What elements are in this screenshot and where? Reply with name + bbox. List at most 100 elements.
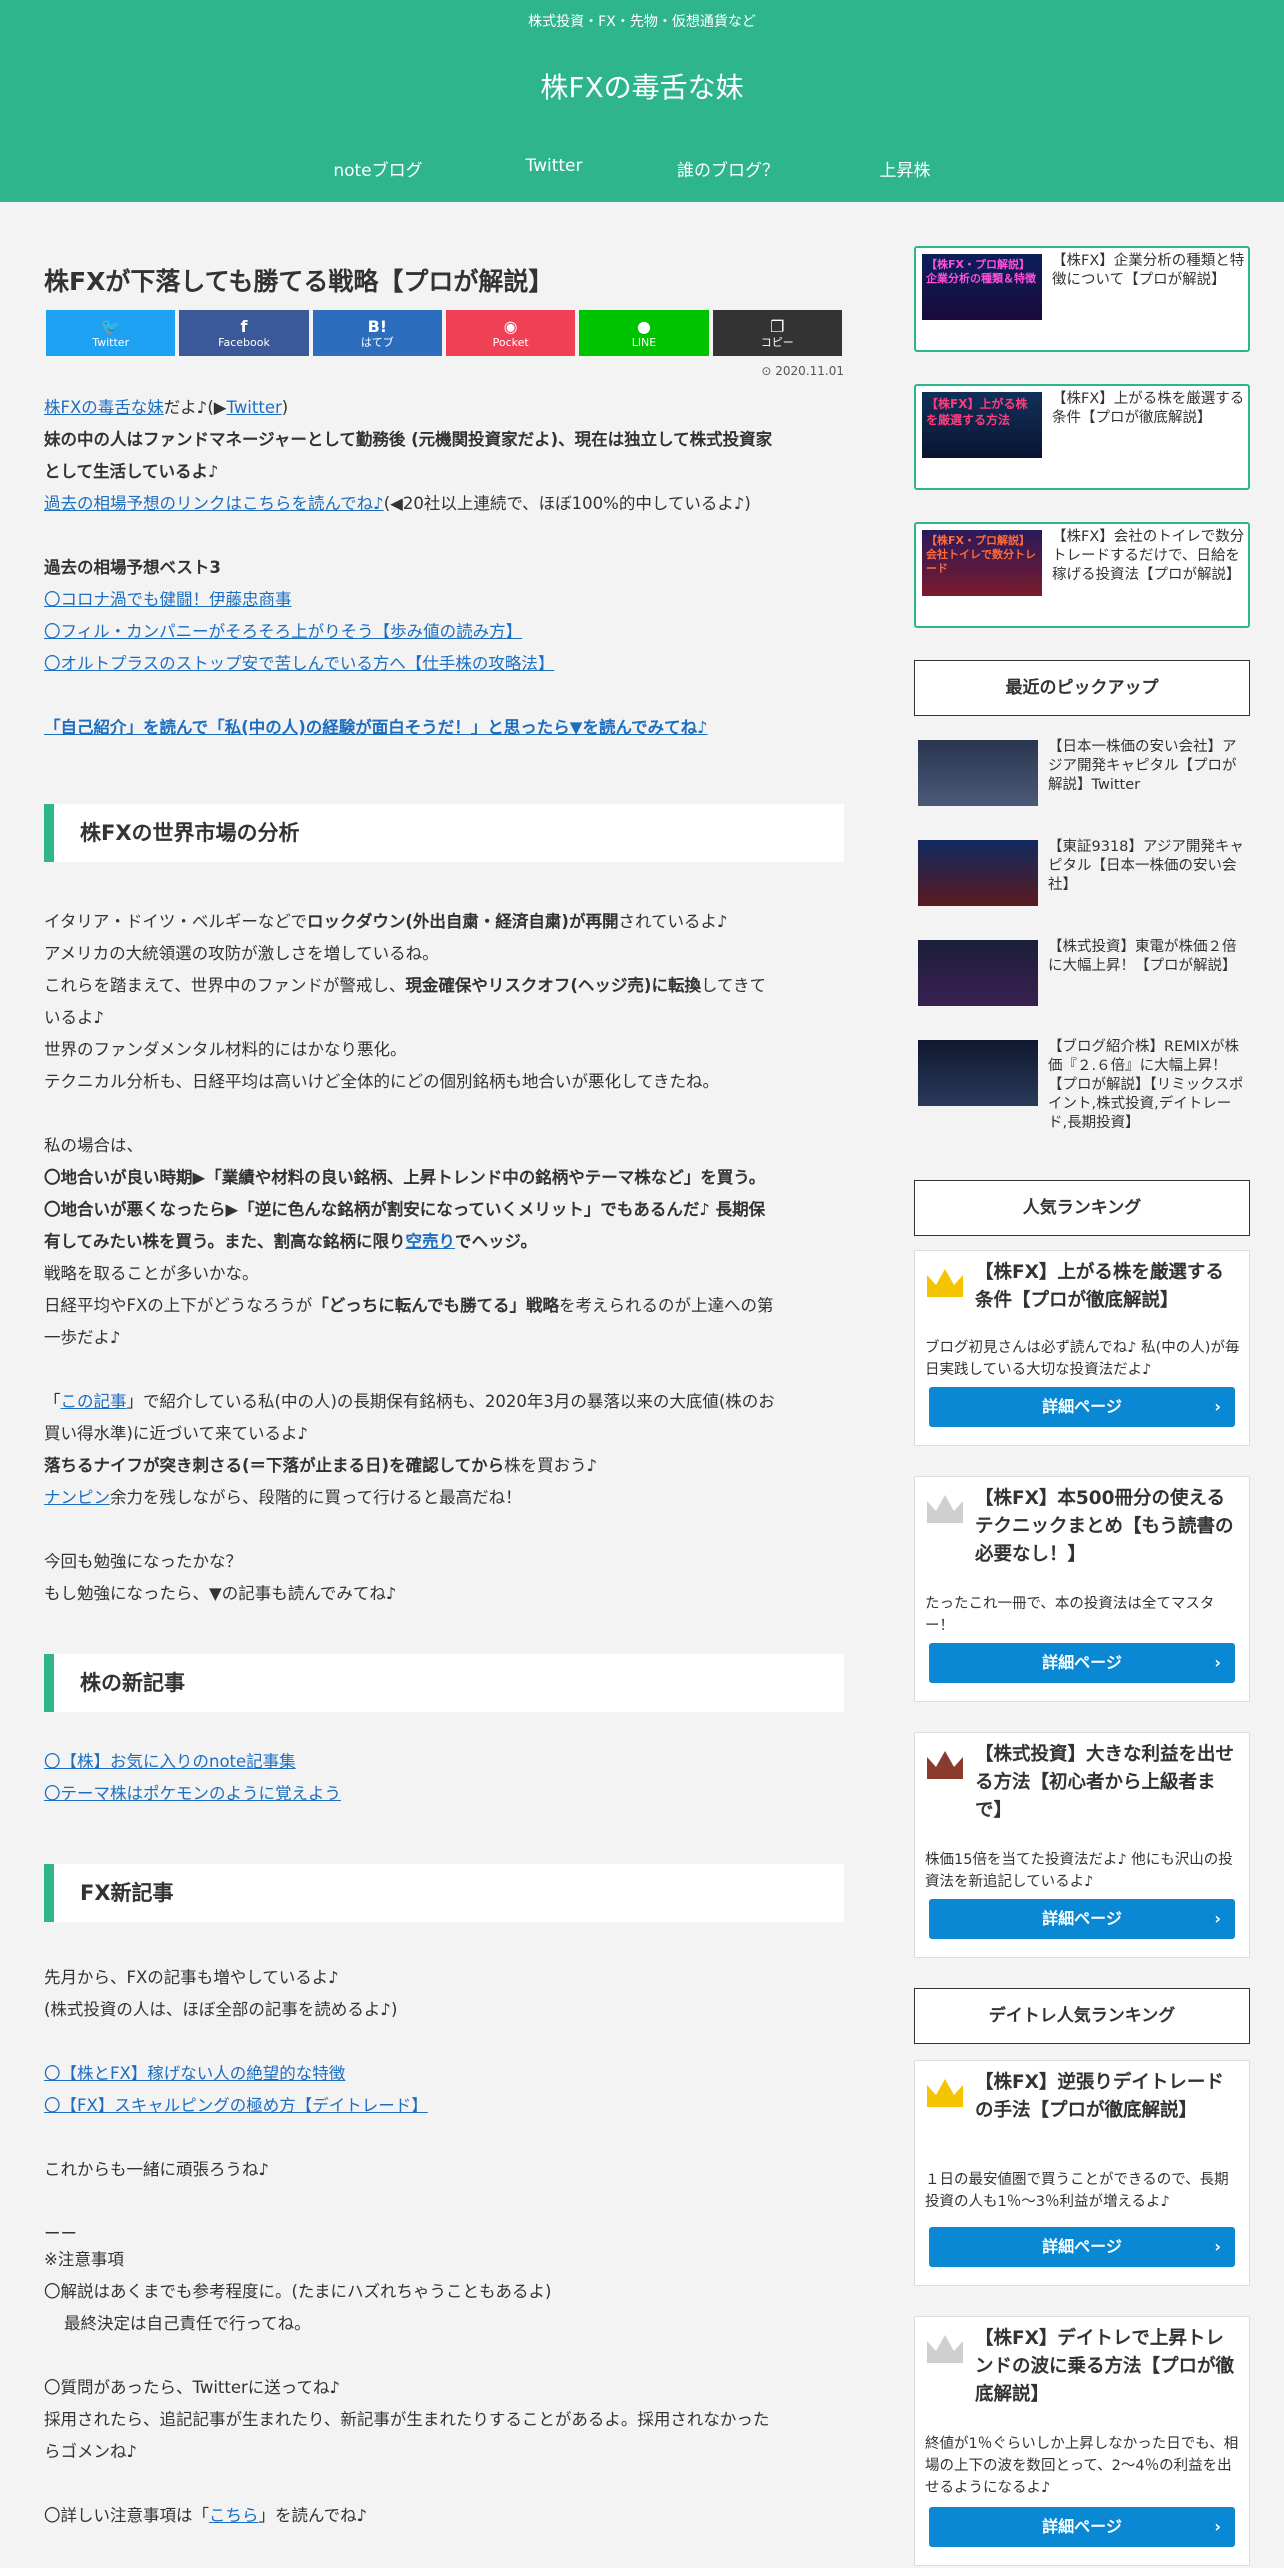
nav-item-note[interactable]: noteブログ — [333, 156, 422, 181]
ranking-desc: 終値が1％ぐらいしか上昇しなかった日でも、相場の上下の波を数回とって、2～4％の… — [925, 2436, 1239, 2496]
pickup-item[interactable]: 【日本一株価の安い会社】アジア開発キャピタル【プロが解説】Twitter — [914, 736, 1250, 820]
best3-link[interactable]: 〇オルトプラスのストップ安で苦しんでいる方へ【仕手株の攻略法】 — [44, 648, 554, 680]
new-fx-article-link[interactable]: 〇【FX】スキャルピングの極め方【デイトレード】 — [44, 2090, 428, 2122]
daytrade-ranking-item: 【株FX】逆張りデイトレードの手法【プロが徹底解説】 １日の最安値圏で買うことが… — [914, 2060, 1250, 2286]
hatena-icon: B! — [367, 316, 388, 336]
site-title[interactable]: 株FXの毒舌な妹 — [0, 66, 1284, 106]
note-line: 〇質問があったら、Twitterに送ってね♪ — [44, 2378, 341, 2397]
body-line: これらを踏まえて、世界中のファンドが警戒し、現金確保やリスクオフ(ヘッジ売)に転… — [44, 976, 766, 995]
global-nav: noteブログ Twitter 誰のブログ？ 上昇株 — [0, 156, 1284, 186]
body-line: テクニカル分析も、日経平均は高いけど全体的にどの個別銘柄も地合いが悪化してきたね… — [44, 1072, 720, 1091]
twitter-icon: 🐦 — [100, 316, 121, 336]
post-title: 株FXが下落しても勝てる戦略【プロが解説】 — [44, 267, 554, 296]
new-stock-article-link[interactable]: 〇テーマ株はポケモンのように覚えよう — [44, 1778, 341, 1810]
note-line: 〇解説はあくまでも参考程度に。(たまにハズれちゃうこともあるよ) — [44, 2282, 552, 2301]
share-hatena-button[interactable]: B! はてブ — [312, 310, 442, 356]
note-line: らゴメンね♪ — [44, 2442, 138, 2461]
new-stock-article-link[interactable]: 〇【株】お気に入りのnote記事集 — [44, 1746, 296, 1778]
body-line: ナンピン余力を残しながら、段階的に買って行けると最高だね！ — [44, 1488, 522, 1507]
pickup-thumbnail — [918, 940, 1038, 1006]
pickup-thumbnail — [918, 1040, 1038, 1106]
new-fx-article-link[interactable]: 〇【株とFX】稼げない人の絶望的な特徴 — [44, 2058, 345, 2090]
body-line: 〇地合いが悪くなったら▶「逆に色んな銘柄が割安になっていくメリット」でもあるんだ… — [44, 1200, 766, 1219]
ranking-title[interactable]: 【株FX】上がる株を厳選する条件【プロが徹底解説】 — [975, 1259, 1241, 1315]
site-header: 株式投資・FX・先物・仮想通貨など 株FXの毒舌な妹 noteブログ Twitt… — [0, 0, 1284, 202]
card-title: 【株FX】企業分析の種類と特徴について【プロが解説】 — [1052, 253, 1245, 288]
share-pocket-button[interactable]: ◉ Pocket — [445, 310, 576, 356]
card-thumbnail: 【株FX・プロ解説】会社トイレで数分トレード — [922, 530, 1042, 596]
twitter-link[interactable]: Twitter — [226, 398, 281, 417]
pickup-thumbnail — [918, 840, 1038, 906]
pickup-item[interactable]: 【ブログ紹介株】REMIXが株価『２.６倍』に大幅上昇！【プロが解説】【リミック… — [914, 1036, 1250, 1131]
section-heading: 株FXの世界市場の分析 — [44, 804, 844, 862]
chevron-right-icon: › — [1214, 1653, 1221, 1672]
section-heading: 株の新記事 — [44, 1654, 844, 1712]
share-twitter-button[interactable]: 🐦 Twitter — [46, 310, 176, 356]
facebook-icon: f — [240, 316, 248, 336]
detail-button[interactable]: 詳細ページ › — [929, 1643, 1235, 1683]
body-line: 買い得水準)に近づいて来ているよ♪ — [44, 1424, 308, 1443]
pickup-heading: 最近のピックアップ — [914, 660, 1250, 716]
nav-item-whose-blog[interactable]: 誰のブログ？ — [677, 156, 779, 181]
body-line: これからも一緒に頑張ろうね♪ — [44, 2160, 270, 2179]
body-line: 「この記事」で紹介している私(中の人)の長期保有銘柄も、2020年3月の暴落以来… — [44, 1392, 775, 1411]
short-selling-link[interactable]: 空売り — [406, 1232, 456, 1251]
past-forecast-link[interactable]: 過去の相場予想のリンクはこちらを読んでね♪ — [44, 494, 384, 513]
note-line: 採用されたら、追記記事が生まれたり、新記事が生まれたりすることがあるよ。採用され… — [44, 2410, 770, 2429]
chevron-right-icon: › — [1214, 1397, 1221, 1416]
detail-button[interactable]: 詳細ページ › — [929, 2227, 1235, 2267]
body-line: もし勉強になったら、▼の記事も読んでみてね♪ — [44, 1584, 397, 1603]
pocket-icon: ◉ — [503, 316, 518, 336]
ranking-item: 【株式投資】大きな利益を出せる方法【初心者から上級者まで】 株価15倍を当てた投… — [914, 1732, 1250, 1958]
pickup-title: 【日本一株価の安い会社】アジア開発キャピタル【プロが解説】Twitter — [1048, 739, 1237, 793]
nav-item-rising-stocks[interactable]: 上昇株 — [880, 156, 931, 181]
ranking-item: 【株FX】上がる株を厳選する条件【プロが徹底解説】 ブログ初見さんは必ず読んでね… — [914, 1250, 1250, 1446]
ranking-heading: 人気ランキング — [914, 1180, 1250, 1236]
article: 株FXが下落しても勝てる戦略【プロが解説】 🐦 Twitter f Facebook… — [0, 202, 880, 2568]
pickup-title: 【ブログ紹介株】REMIXが株価『２.６倍』に大幅上昇！【プロが解説】【リミック… — [1048, 1039, 1244, 1131]
note-line: 〇詳しい注意事項は「こちら」を読んでね♪ — [44, 2506, 368, 2525]
nanpin-link[interactable]: ナンピン — [44, 1488, 110, 1507]
detail-button[interactable]: 詳細ページ › — [929, 1899, 1235, 1939]
body-line: 一歩だよ♪ — [44, 1328, 121, 1347]
share-line-button[interactable]: ● LINE — [579, 310, 709, 356]
notes-detail-link[interactable]: こちら — [209, 2506, 259, 2525]
chevron-right-icon: › — [1214, 2237, 1221, 2256]
ranking-title[interactable]: 【株FX】本500冊分の使えるテクニックまとめ【もう読書の必要なし！】 — [975, 1485, 1241, 1569]
pickup-item[interactable]: 【株式投資】東電が株価２倍に大幅上昇！【プロが解説】 — [914, 936, 1250, 1020]
best3-link[interactable]: 〇フィル・カンパニーがそろそろ上がりそう【歩み値の読み方】 — [44, 616, 522, 648]
detail-button[interactable]: 詳細ページ › — [929, 1387, 1235, 1427]
card-title: 【株FX】会社のトイレで数分トレードするだけで、日給を稼げる投資法【プロが解説】 — [1052, 529, 1245, 583]
clock-icon: ⊙ — [761, 364, 776, 378]
best3-link[interactable]: 〇コロナ渦でも健闘！伊藤忠商事 — [44, 584, 292, 616]
body-line: アメリカの大統領選の攻防が激しさを増しているね。 — [44, 944, 439, 963]
crown-gold-icon — [927, 1269, 963, 1297]
ranking-title[interactable]: 【株式投資】大きな利益を出せる方法【初心者から上級者まで】 — [975, 1741, 1241, 1825]
pickup-item[interactable]: 【東証9318】アジア開発キャピタル【日本一株価の安い会社】 — [914, 836, 1250, 920]
featured-card[interactable]: 【株FX・プロ解説】会社トイレで数分トレード 【株FX】会社のトイレで数分トレー… — [914, 522, 1250, 628]
share-facebook-button[interactable]: f Facebook — [179, 310, 309, 356]
body-line: イタリア・ドイツ・ベルギーなどでロックダウン(外出自粛・経済自粛)が再開されてい… — [44, 912, 728, 931]
featured-card[interactable]: 【株FX・プロ解説】企業分析の種類＆特徴 【株FX】企業分析の種類と特徴について… — [914, 246, 1250, 352]
ranking-desc: 株価15倍を当てた投資法だよ♪ 他にも沢山の投資法を新追記しているよ♪ — [925, 1852, 1233, 1890]
featured-card[interactable]: 【株FX】上がる株を厳選する方法 【株FX】上がる株を厳選する条件【プロが徹底解… — [914, 384, 1250, 490]
ranking-title[interactable]: 【株FX】デイトレで上昇トレンドの波に乗る方法【プロが徹底解説】 — [975, 2325, 1241, 2409]
intro-line: 株FXの毒舌な妹だよ♪(▶Twitter) — [44, 398, 289, 417]
body-line: 世界のファンダメンタル材料的にはかなり悪化。 — [44, 1040, 407, 1059]
section-heading: FX新記事 — [44, 1864, 844, 1922]
self-intro-link[interactable]: 「自己紹介」を読んで「私(中の人)の経験が面白そうだ！」と思ったら▼を読んでみて… — [44, 712, 708, 744]
past-forecast-line: 過去の相場予想のリンクはこちらを読んでね♪(◀20社以上連続で、ほぼ100%的中… — [44, 494, 751, 513]
blog-link[interactable]: 株FXの毒舌な妹 — [44, 398, 164, 417]
nav-item-twitter[interactable]: Twitter — [526, 156, 583, 176]
share-copy-button[interactable]: ❐ コピー — [712, 310, 842, 356]
crown-silver-icon — [927, 1495, 963, 1523]
ranking-item: 【株FX】本500冊分の使えるテクニックまとめ【もう読書の必要なし！】 たったこ… — [914, 1476, 1250, 1702]
ranking-title[interactable]: 【株FX】逆張りデイトレードの手法【プロが徹底解説】 — [975, 2069, 1241, 2125]
line-icon: ● — [636, 316, 651, 336]
body-line: 戦略を取ることが多いかな。 — [44, 1264, 259, 1283]
crown-bronze-icon — [927, 1751, 963, 1779]
body-line: (株式投資の人は、ほぼ全部の記事を読めるよ♪) — [44, 2000, 398, 2019]
body-line: 有してみたい株を買う。また、割高な銘柄に限り空売りでヘッジ。 — [44, 1232, 538, 1251]
this-article-link[interactable]: この記事 — [61, 1392, 127, 1411]
detail-button[interactable]: 詳細ページ › — [929, 2507, 1235, 2547]
